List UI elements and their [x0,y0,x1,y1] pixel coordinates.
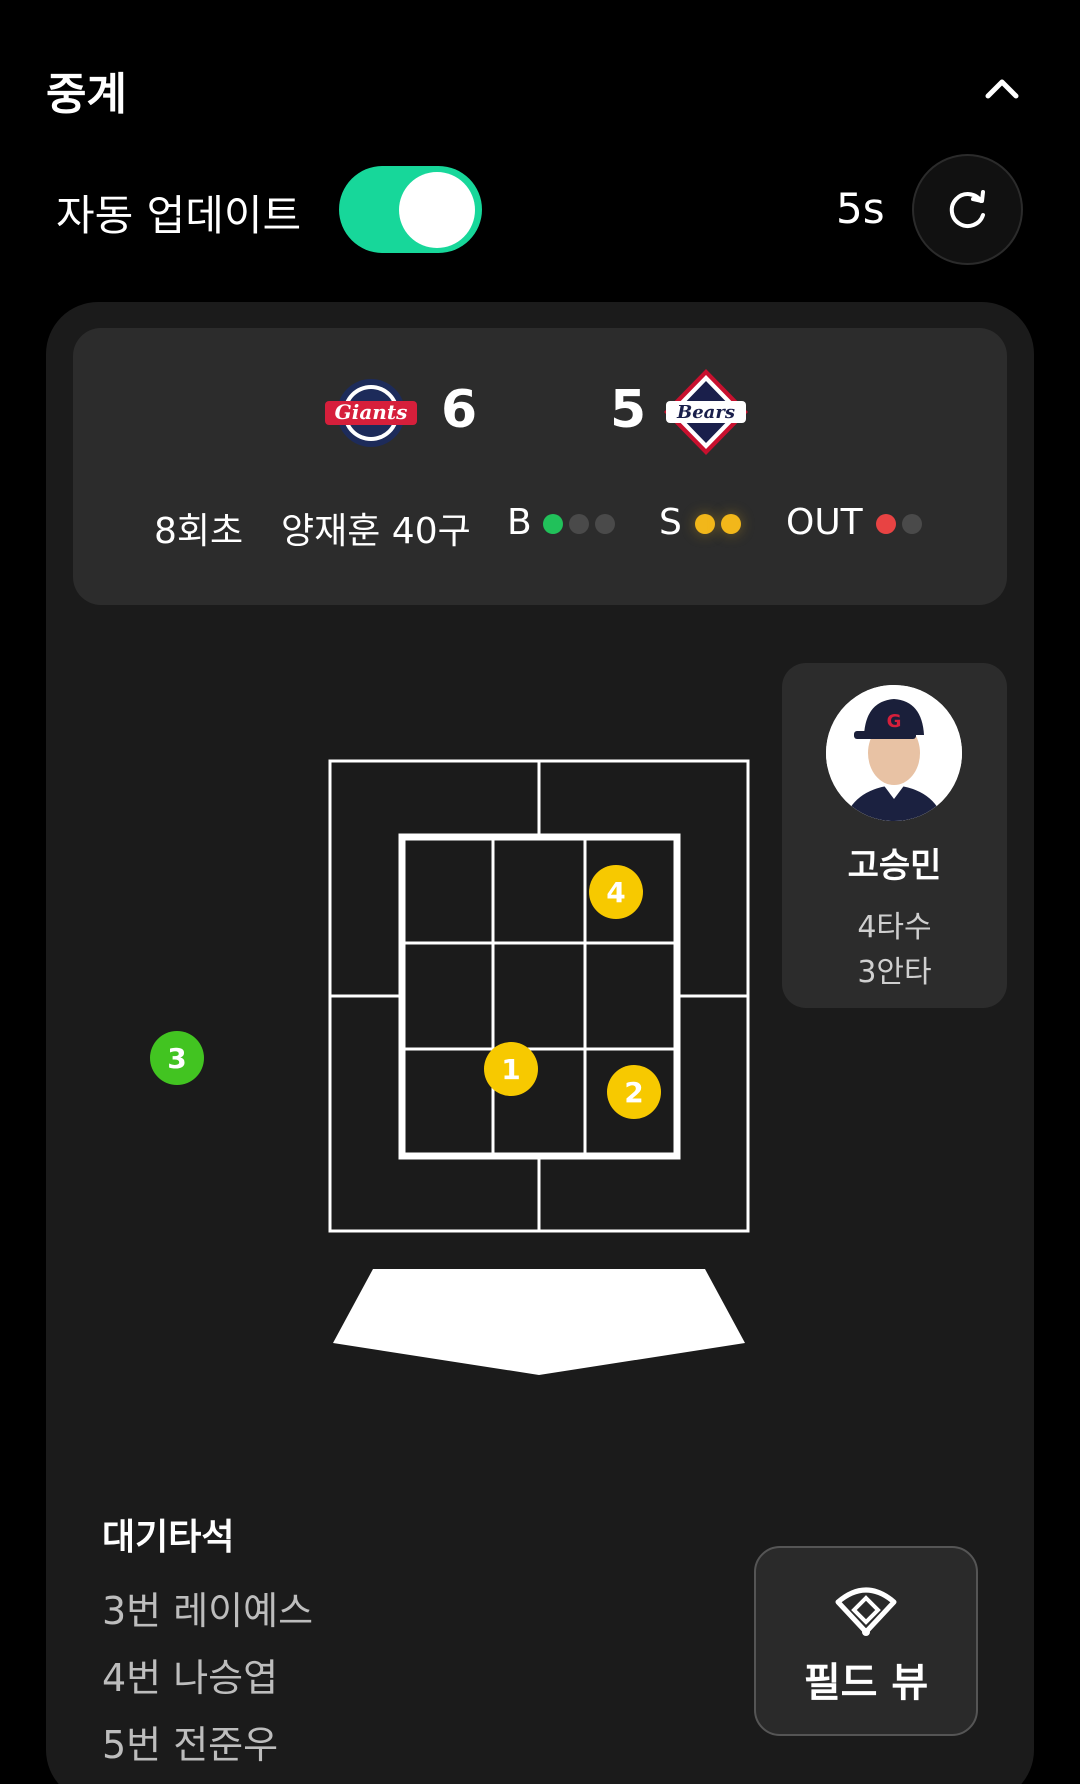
refresh-icon [949,189,985,228]
svg-text:Giants: Giants [335,400,408,424]
pitch-number: 4 [606,875,626,909]
giants-logo: Giants [325,379,417,447]
away-score: 5 [610,380,647,440]
update-interval: 5s [836,184,885,233]
scoreboard-panel [73,328,1007,605]
on-deck-item: 5번 전준우 [102,1723,279,1767]
auto-update-toggle[interactable] [339,166,482,253]
page-title: 중계 [46,69,127,120]
out-dot [876,514,896,534]
outs-label: OUT [786,502,863,543]
auto-update-label: 자동 업데이트 [56,191,302,240]
pitch-marker[interactable]: 1 [484,1042,538,1096]
on-deck-title: 대기타석 [102,1517,235,1558]
pitch-marker[interactable]: 2 [607,1065,661,1119]
svg-text:G: G [887,711,902,732]
strike-dot [695,514,715,534]
pitcher-count: 양재훈 40구 [281,511,471,552]
bears-logo: Bears [664,369,748,455]
balls-label: B [507,502,532,543]
home-score: 6 [441,380,478,440]
batter-name: 고승민 [847,846,942,886]
pitch-marker[interactable]: 3 [150,1031,204,1085]
pitch-marker[interactable]: 4 [589,865,643,919]
ball-dot [595,514,615,534]
refresh-button[interactable] [912,154,1023,265]
ball-dot [543,514,563,534]
on-deck-item: 4번 나승엽 [102,1656,279,1700]
batter-hits: 3안타 [857,955,932,990]
batter-avatar: G [826,685,962,821]
chevron-up-icon [985,79,1019,99]
toggle-knob [399,172,475,248]
strike-dot [721,514,741,534]
on-deck-item: 3번 레이예스 [102,1589,314,1633]
inning-label: 8회초 [154,511,244,552]
ball-dots [543,514,615,534]
pitch-number: 2 [624,1075,644,1109]
strike-dots [695,514,741,534]
strike-zone [328,759,750,1375]
batter-at-bats: 4타수 [857,910,932,945]
out-dots [876,514,922,534]
svg-text:Bears: Bears [676,402,735,423]
baseball-field-icon [835,1587,897,1636]
strikes-label: S [659,502,682,543]
pitch-number: 1 [501,1052,521,1086]
out-dot [902,514,922,534]
collapse-button[interactable] [976,62,1028,114]
ball-dot [569,514,589,534]
field-view-label: 필드 뷰 [803,1660,929,1706]
pitch-number: 3 [167,1041,187,1075]
home-plate [333,1269,745,1375]
